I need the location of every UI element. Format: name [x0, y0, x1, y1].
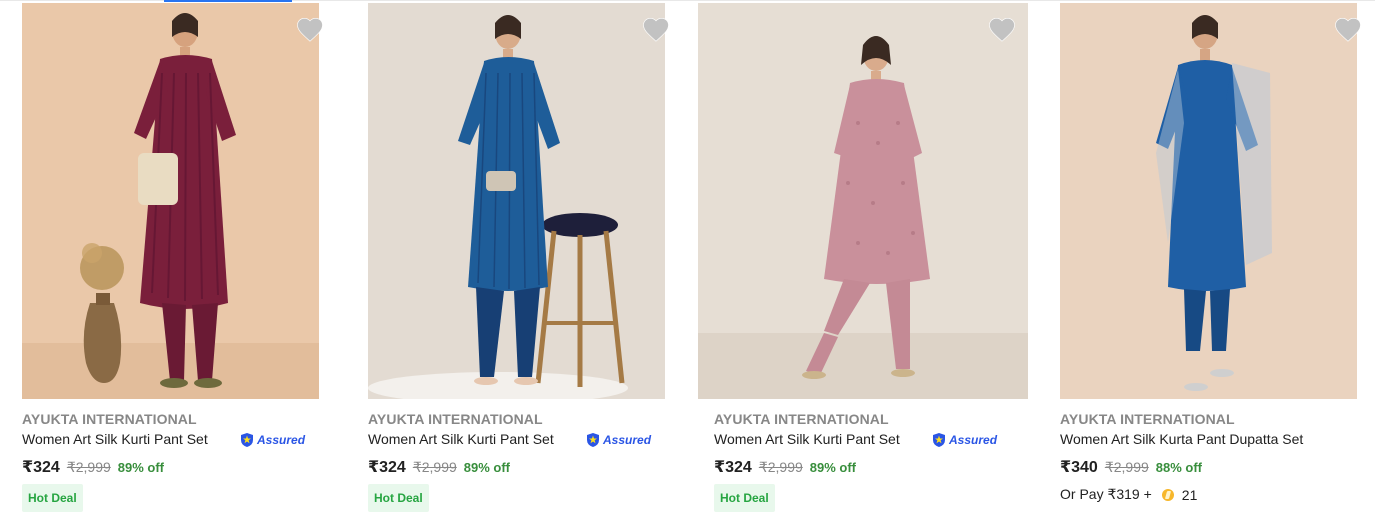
price-row: ₹340 ₹2,999 88% off [1060, 457, 1202, 477]
hot-deal-badge: Hot Deal [22, 484, 83, 512]
assured-badge: Assured [239, 431, 305, 449]
product-photo-blue-kurti-icon [368, 3, 665, 399]
wishlist-heart-icon[interactable] [987, 15, 1017, 45]
assured-label: Assured [949, 433, 998, 447]
product-brand: AYUKTA INTERNATIONAL [22, 411, 197, 427]
wishlist-heart-icon[interactable] [295, 15, 325, 45]
shield-check-icon [933, 433, 945, 447]
product-photo-pink-kurti-icon [698, 3, 1028, 399]
shield-check-icon [587, 433, 599, 447]
discount-percent: 89% off [117, 460, 165, 475]
price-row: ₹324 ₹2,999 89% off [714, 457, 856, 477]
price-row: ₹324 ₹2,999 89% off [22, 457, 164, 477]
hot-deal-badge: Hot Deal [368, 484, 429, 512]
product-title[interactable]: Women Art Silk Kurti Pant Set [714, 431, 900, 447]
product-photo-blue-kurta-dupatta-icon [1060, 3, 1357, 399]
assured-label: Assured [603, 433, 652, 447]
original-price: ₹2,999 [758, 459, 803, 475]
assured-badge: Assured [931, 431, 997, 449]
product-brand: AYUKTA INTERNATIONAL [714, 411, 889, 427]
product-photo-maroon-kurti-icon [22, 3, 319, 399]
product-card[interactable]: AYUKTA INTERNATIONAL Women Art Silk Kurt… [698, 3, 1038, 517]
original-price: ₹2,999 [1104, 459, 1149, 475]
hot-deal-badge: Hot Deal [714, 484, 775, 512]
original-price: ₹2,999 [412, 459, 457, 475]
product-image[interactable] [1060, 3, 1357, 399]
product-title[interactable]: Women Art Silk Kurta Pant Dupatta Set [1060, 431, 1303, 447]
discount-percent: 88% off [1155, 460, 1203, 475]
selling-price: ₹324 [714, 459, 752, 476]
product-card[interactable]: AYUKTA INTERNATIONAL Women Art Silk Kurt… [1060, 3, 1365, 517]
wishlist-heart-icon[interactable] [1333, 15, 1363, 45]
product-card[interactable]: AYUKTA INTERNATIONAL Women Art Silk Kurt… [22, 3, 342, 517]
active-tab-indicator [164, 0, 292, 2]
price-row: ₹324 ₹2,999 89% off [368, 457, 510, 477]
supercoin-icon [1161, 488, 1174, 501]
wishlist-heart-icon[interactable] [641, 15, 671, 45]
pay-with-coins-row: Or Pay ₹319 + 21 [1060, 486, 1197, 503]
assured-label: Assured [257, 433, 306, 447]
coin-count: 21 [1181, 486, 1198, 503]
discount-percent: 89% off [463, 460, 511, 475]
assured-badge: Assured [585, 431, 651, 449]
product-brand: AYUKTA INTERNATIONAL [1060, 411, 1235, 427]
product-image[interactable] [22, 3, 319, 399]
pay-with-coins-label: Or Pay ₹319 + [1060, 486, 1152, 502]
selling-price: ₹324 [22, 459, 60, 476]
product-card[interactable]: AYUKTA INTERNATIONAL Women Art Silk Kurt… [368, 3, 688, 517]
product-brand: AYUKTA INTERNATIONAL [368, 411, 543, 427]
selling-price: ₹324 [368, 459, 406, 476]
product-title[interactable]: Women Art Silk Kurti Pant Set [22, 431, 208, 447]
product-image[interactable] [698, 3, 1028, 399]
original-price: ₹2,999 [66, 459, 111, 475]
shield-check-icon [241, 433, 253, 447]
product-title[interactable]: Women Art Silk Kurti Pant Set [368, 431, 554, 447]
discount-percent: 89% off [809, 460, 857, 475]
product-image[interactable] [368, 3, 665, 399]
selling-price: ₹340 [1060, 459, 1098, 476]
